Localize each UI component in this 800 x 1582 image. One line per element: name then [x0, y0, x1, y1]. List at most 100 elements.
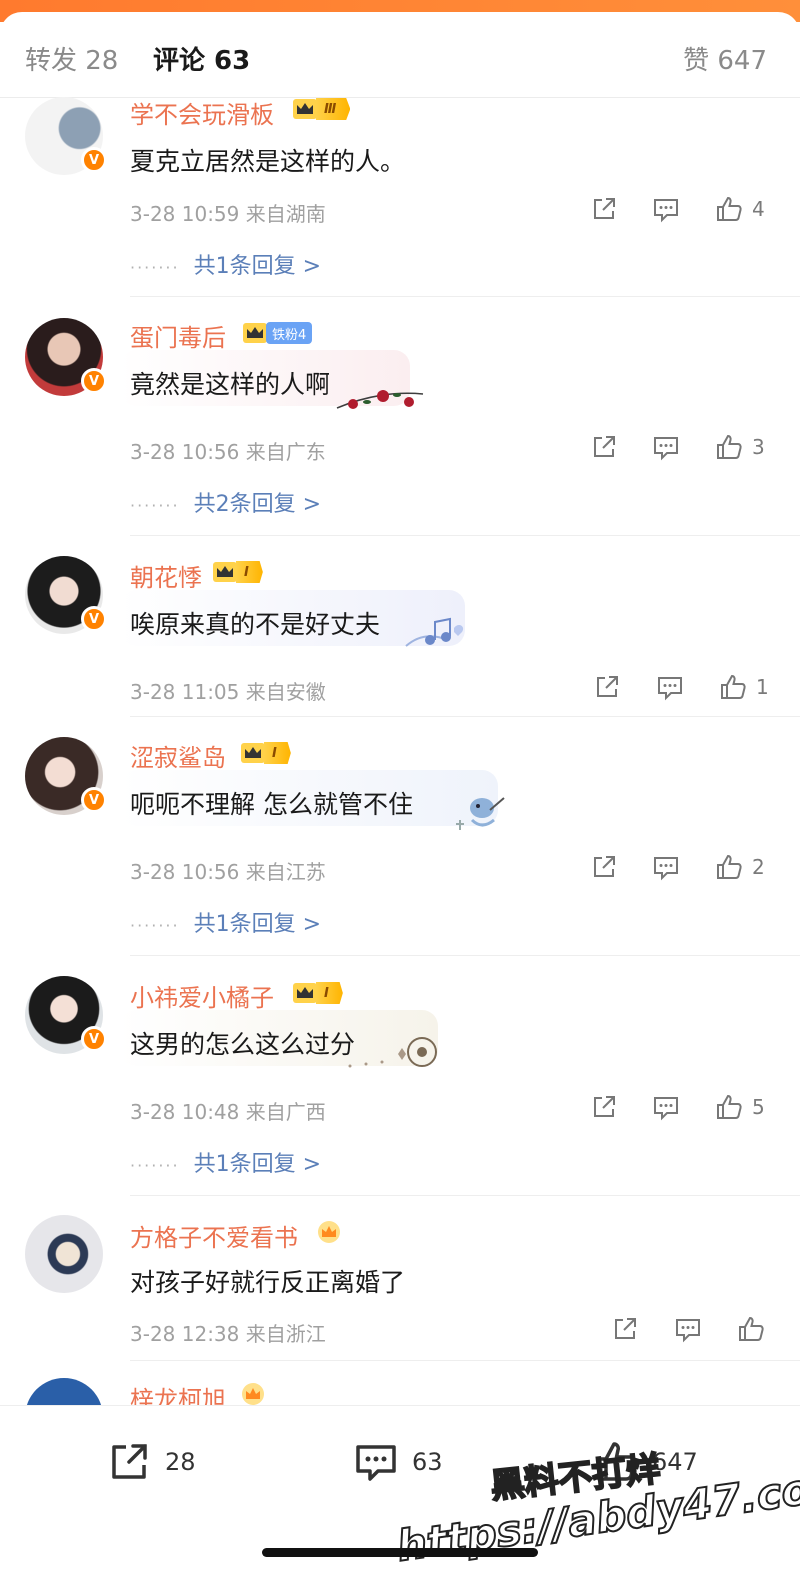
- comment-icon: [356, 1445, 396, 1481]
- comment-text: 竟然是这样的人啊: [130, 370, 331, 399]
- divider: [130, 1360, 800, 1361]
- comment-meta: 3-28 11:05 来自安徽: [130, 676, 326, 705]
- comment-location: 来自浙江: [245, 1322, 326, 1346]
- avatar[interactable]: [25, 1215, 103, 1293]
- username[interactable]: 蛋门毒后: [130, 318, 226, 353]
- divider: [130, 535, 800, 536]
- like-count: 5: [752, 1095, 765, 1119]
- tab-repost[interactable]: 转发 28: [25, 40, 118, 77]
- avatar[interactable]: V: [25, 556, 107, 634]
- like-button[interactable]: 1: [718, 672, 769, 702]
- comment-location: 来自广西: [245, 1100, 326, 1124]
- comment-meta: 3-28 10:48 来自广西: [130, 1096, 326, 1125]
- comment-time: 3-28 10:56: [130, 860, 240, 884]
- level-badge: Ⅰ: [316, 982, 343, 1004]
- avatar[interactable]: V: [25, 97, 107, 175]
- share-icon: [594, 856, 615, 877]
- share-button[interactable]: [610, 1314, 640, 1344]
- thumbs-up-icon: [721, 674, 746, 699]
- reply-button[interactable]: [655, 672, 685, 702]
- thumbs-up-icon: [739, 1316, 764, 1341]
- avatar[interactable]: V: [25, 318, 107, 396]
- reply-button[interactable]: [651, 1092, 681, 1122]
- like-button[interactable]: 3: [714, 432, 765, 462]
- like-button[interactable]: [736, 1314, 766, 1344]
- comment-text: 对孩子好就行反正离婚了: [130, 1268, 406, 1297]
- reply-button[interactable]: [673, 1314, 703, 1344]
- share-button[interactable]: [589, 432, 619, 462]
- comment-location: 来自江苏: [245, 860, 326, 884]
- like-count: 647: [652, 1448, 698, 1476]
- comment-meta: 3-28 10:56 来自江苏: [130, 856, 326, 885]
- comment-meta: 3-28 10:59 来自湖南: [130, 198, 326, 227]
- comment-icon: [654, 1097, 678, 1121]
- like-count: 4: [752, 197, 765, 221]
- share-button[interactable]: [589, 1092, 619, 1122]
- view-replies-link[interactable]: ······· 共1条回复 >: [130, 248, 321, 280]
- vip-crown-icon: [318, 1221, 340, 1243]
- username[interactable]: 方格子不爱看书: [130, 1218, 298, 1253]
- member-crown-icon: Ⅰ: [292, 982, 343, 1004]
- thumbs-up-icon: [597, 1442, 636, 1481]
- comment-text: 唉原来真的不是好丈夫: [130, 610, 381, 639]
- level-badge: Ⅲ: [316, 98, 351, 120]
- share-button[interactable]: [589, 194, 619, 224]
- music-note-decoration-icon: [405, 617, 464, 647]
- level-badge: Ⅰ: [236, 561, 263, 583]
- comment-text: 呃呃不理解 怎么就管不住: [130, 790, 413, 819]
- tab-comments[interactable]: 评论 63: [153, 40, 250, 77]
- comment-icon: [658, 677, 682, 701]
- username[interactable]: 朝花悸: [130, 558, 202, 593]
- comment-icon: [654, 857, 678, 881]
- username[interactable]: 学不会玩滑板: [130, 95, 274, 130]
- view-replies-link[interactable]: ······· 共1条回复 >: [130, 1146, 321, 1178]
- avatar[interactable]: V: [25, 737, 107, 815]
- verified-badge-icon: V: [81, 368, 107, 394]
- repost-count: 28: [165, 1448, 196, 1476]
- username[interactable]: 小祎爱小橘子: [130, 978, 274, 1013]
- comment-meta: 3-28 12:38 来自浙江: [130, 1318, 326, 1347]
- like-count: 3: [752, 435, 765, 459]
- member-crown-icon: Ⅰ: [240, 742, 291, 764]
- comment-time: 3-28 12:38: [130, 1322, 240, 1346]
- like-button[interactable]: 2: [714, 852, 765, 882]
- verified-badge-icon: V: [81, 1026, 107, 1052]
- bottom-comment-button[interactable]: 63: [352, 1438, 443, 1486]
- shark-decoration-icon: [456, 797, 505, 830]
- reply-button[interactable]: [651, 432, 681, 462]
- comment-count: 63: [412, 1448, 443, 1476]
- comment-location: 来自湖南: [245, 202, 326, 226]
- like-button[interactable]: 4: [714, 194, 765, 224]
- share-icon: [594, 436, 615, 457]
- tab-bar: 转发 28 评论 63 赞 647: [0, 18, 800, 98]
- share-icon: [597, 676, 618, 697]
- verified-badge-icon: V: [81, 147, 107, 173]
- level-badge: Ⅰ: [264, 742, 291, 764]
- like-count: 2: [752, 855, 765, 879]
- like-count: 1: [756, 675, 769, 699]
- comment-time: 3-28 11:05: [130, 680, 240, 704]
- like-button[interactable]: 5: [714, 1092, 765, 1122]
- share-icon: [594, 198, 615, 219]
- share-button[interactable]: [592, 672, 622, 702]
- comment-icon: [654, 437, 678, 461]
- view-replies-link[interactable]: ······· 共1条回复 >: [130, 906, 321, 938]
- comment-location: 来自广东: [245, 440, 326, 464]
- home-indicator[interactable]: [262, 1548, 538, 1557]
- share-icon: [594, 1096, 615, 1117]
- view-replies-link[interactable]: ······· 共2条回复 >: [130, 486, 321, 518]
- comment-time: 3-28 10:56: [130, 440, 240, 464]
- bottom-like-button[interactable]: 647: [592, 1438, 698, 1486]
- reply-button[interactable]: [651, 852, 681, 882]
- comment-icon: [654, 199, 678, 223]
- tab-likes[interactable]: 赞 647: [683, 40, 767, 77]
- comment-text: 这男的怎么这么过分: [130, 1030, 356, 1059]
- share-button[interactable]: [589, 852, 619, 882]
- comment-location: 来自安徽: [245, 680, 326, 704]
- member-crown-icon: Ⅲ: [292, 98, 351, 120]
- avatar[interactable]: V: [25, 976, 107, 1054]
- comment-text: 夏克立居然是这样的人。: [130, 147, 406, 176]
- bottom-repost-button[interactable]: 28: [105, 1438, 196, 1486]
- reply-button[interactable]: [651, 194, 681, 224]
- username[interactable]: 涩寂鲨岛: [130, 738, 226, 773]
